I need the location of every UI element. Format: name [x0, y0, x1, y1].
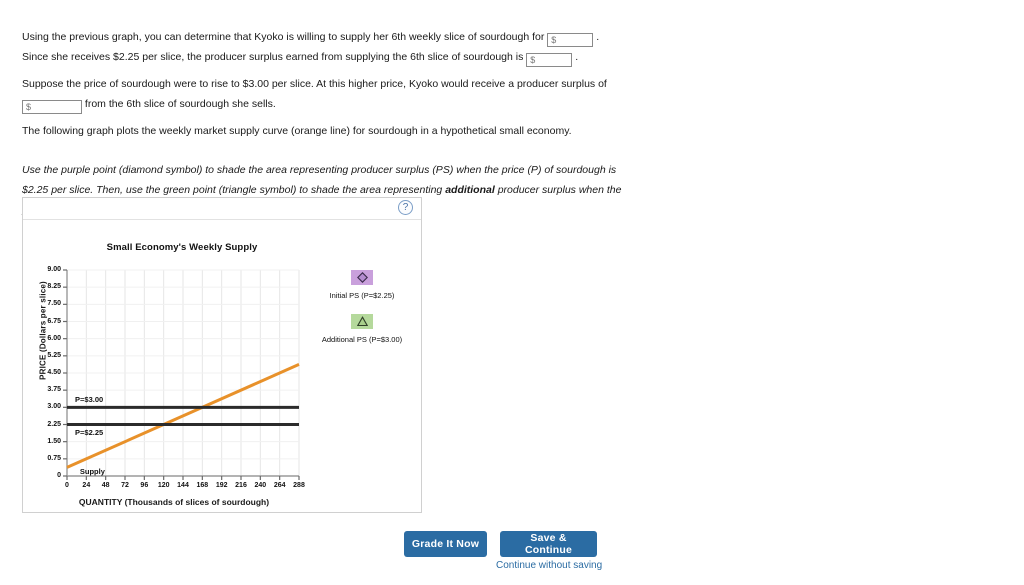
y-tick-label: 5.25	[47, 351, 61, 359]
y-tick-label: 8.25	[47, 283, 61, 291]
x-tick-label: 240	[254, 482, 267, 489]
x-tick-label: 72	[121, 482, 129, 489]
y-tick-label: 2.25	[47, 420, 61, 428]
grade-it-now-button[interactable]: Grade It Now	[404, 531, 487, 557]
y-tick-label: 3.75	[47, 386, 61, 394]
question-text-1c: .	[575, 51, 579, 63]
save-and-continue-button[interactable]: Save & Continue	[500, 531, 597, 557]
y-tick-label: 9.00	[47, 266, 61, 273]
legend-item-initial-ps[interactable]: Initial PS (P=$2.25)	[303, 270, 421, 300]
chart-series-label: P=$3.00	[75, 395, 104, 405]
triangle-icon	[356, 316, 368, 327]
purple-diamond-swatch[interactable]	[351, 270, 373, 285]
x-tick-label: 144	[177, 482, 189, 489]
x-tick-label: 48	[101, 482, 110, 489]
chart-series-label: P=$2.25	[75, 427, 104, 437]
graph-panel: ? Small Economy's Weekly Supply PRICE (D…	[22, 197, 422, 513]
y-tick-label: 1.50	[47, 437, 61, 445]
x-tick-label: 24	[82, 482, 91, 489]
legend-label-initial-ps: Initial PS (P=$2.25)	[329, 291, 395, 300]
y-tick-label: 3.00	[47, 403, 61, 411]
y-tick-label: 6.00	[47, 334, 61, 342]
question-text-3: The following graph plots the weekly mar…	[22, 125, 572, 137]
chart-series-label: Supply	[79, 466, 105, 476]
question-text-2b: from the 6th slice of sourdough she sell…	[84, 98, 276, 110]
x-tick-label: 0	[65, 482, 69, 489]
x-tick-label: 264	[273, 482, 286, 489]
answer-input-2[interactable]	[526, 53, 573, 67]
assignment-page: Using the previous graph, you can determ…	[0, 0, 1024, 585]
green-triangle-swatch[interactable]	[351, 314, 373, 329]
x-tick-label: 120	[157, 482, 170, 489]
answer-input-3[interactable]	[22, 100, 82, 114]
legend-label-additional-ps: Additional PS (P=$3.00)	[321, 335, 403, 344]
y-tick-label: 4.50	[47, 369, 61, 376]
x-tick-label: 192	[215, 482, 228, 489]
question-paragraph-2: Suppose the price of sourdough were to r…	[22, 74, 622, 114]
x-tick-label: 216	[235, 482, 247, 489]
chart-legend: Initial PS (P=$2.25) Additional PS (P=$3…	[303, 270, 421, 358]
chart-x-axis-label: QUANTITY (Thousands of slices of sourdou…	[78, 497, 270, 507]
x-tick-label: 168	[196, 482, 209, 489]
y-tick-label: 0.75	[47, 454, 61, 462]
continue-without-saving-link[interactable]: Continue without saving	[496, 560, 602, 571]
x-tick-label: 288	[293, 482, 305, 489]
instructions-emphasis: additional	[445, 184, 495, 196]
legend-item-additional-ps[interactable]: Additional PS (P=$3.00)	[303, 314, 421, 344]
y-tick-label: 0	[57, 472, 61, 479]
y-tick-label: 6.75	[47, 317, 61, 325]
question-paragraph-3: The following graph plots the weekly mar…	[22, 121, 622, 141]
question-text-1a: Using the previous graph, you can determ…	[22, 31, 545, 43]
question-text-2a: Suppose the price of sourdough were to r…	[22, 78, 607, 90]
x-tick-label: 96	[140, 482, 149, 489]
question-paragraph-1: Using the previous graph, you can determ…	[22, 27, 622, 67]
diamond-icon	[356, 272, 368, 283]
y-tick-label: 7.50	[47, 300, 61, 308]
answer-input-1[interactable]	[547, 33, 594, 47]
